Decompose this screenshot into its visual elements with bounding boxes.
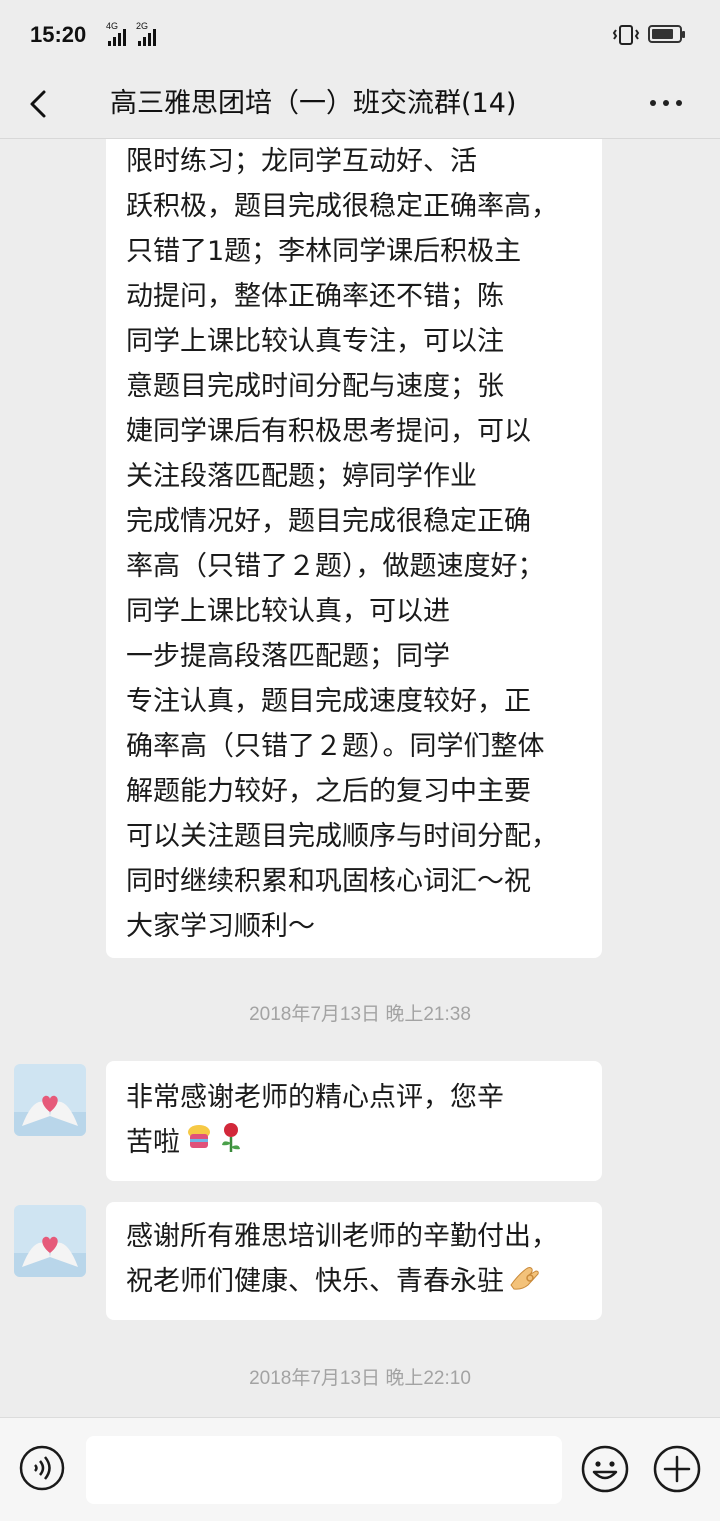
message-input[interactable] [86,1436,562,1504]
message-bubble: 限时练习；龙同学互动好、活 跃积极，题目完成很稳定正确率高， 只错了1题；李林同… [106,139,602,958]
avatar-hands-heart-icon [14,1064,86,1136]
message-line: 动提问，整体正确率还不错；陈 [126,281,504,312]
message-line: 同学上课比较认真，可以进 [126,596,450,627]
message-line: 关注段落匹配题；婷同学作业 [126,461,477,492]
more-dots-icon[interactable] [650,100,682,106]
rose-emoji-icon [218,1121,244,1167]
message-line: 非常感谢老师的精心点评，您辛 [126,1082,504,1113]
message-line: 意题目完成时间分配与速度；张 [126,371,504,402]
message-bubble: 非常感谢老师的精心点评，您辛 苦啦 [106,1061,602,1181]
input-bar [0,1417,720,1521]
message-line: 感谢所有雅思培训老师的辛勤付出， [126,1221,558,1252]
message-line: 大家学习顺利～ [126,911,315,942]
message-line: 苦啦 [126,1127,180,1158]
avatar-hands-heart-icon [14,1205,86,1277]
cake-emoji-icon [184,1121,214,1166]
message-line: 确率高（只错了２题）。同学们整体 [126,731,545,762]
signal-2g-icon: 2G [136,21,158,46]
message-line: 一步提高段落匹配题；同学 [126,641,450,672]
ok-hand-emoji-icon [508,1260,540,1305]
plus-icon[interactable] [652,1444,702,1494]
battery-icon [648,25,685,43]
message-line: 跃积极，题目完成很稳定正确率高， [126,191,558,222]
message-line: 限时练习；龙同学互动好、活 [126,146,477,177]
message-line: 婕同学课后有积极思考提问，可以 [126,416,531,447]
status-time: 15:20 [30,22,87,47]
avatar[interactable] [14,1064,86,1136]
vibrate-icon [612,25,640,45]
status-bar: 15:20 4G 2G [0,0,720,72]
message-line-with-emoji: 苦啦 [126,1120,588,1167]
message-line: 可以关注题目完成顺序与时间分配， [126,821,558,852]
chat-title: 高三雅思团培（一）班交流群(14) [110,88,517,119]
timestamp: 2018年7月13日 晚上21:38 [249,1004,471,1025]
message-line: 同时继续积累和巩固核心词汇～祝 [126,866,531,897]
signal-4g-icon: 4G [106,21,128,46]
message-line: 解题能力较好，之后的复习中主要 [126,776,531,807]
voice-icon[interactable] [18,1444,66,1492]
chevron-left-icon[interactable] [22,86,58,122]
message-text: 限时练习；龙同学互动好、活 跃积极，题目完成很稳定正确率高， 只错了1题；李林同… [126,139,588,949]
smile-icon[interactable] [580,1444,630,1494]
message-line: 完成情况好，题目完成很稳定正确 [126,506,531,537]
message-line: 祝老师们健康、快乐、青春永驻 [126,1266,504,1297]
chat-header: 高三雅思团培（一）班交流群(14) [0,72,720,139]
timestamp: 2018年7月13日 晚上22:10 [249,1368,471,1389]
avatar[interactable] [14,1205,86,1277]
message-line-with-emoji: 祝老师们健康、快乐、青春永驻 [126,1259,592,1305]
message-line: 只错了1题；李林同学课后积极主 [126,236,522,267]
message-list[interactable]: 限时练习；龙同学互动好、活 跃积极，题目完成很稳定正确率高， 只错了1题；李林同… [0,139,720,1417]
message-line: 率高（只错了２题），做题速度好； [126,551,545,582]
message-line: 同学上课比较认真专注，可以注 [126,326,504,357]
message-bubble: 感谢所有雅思培训老师的辛勤付出， 祝老师们健康、快乐、青春永驻 [106,1202,602,1320]
message-line: 专注认真，题目完成速度较好，正 [126,686,531,717]
